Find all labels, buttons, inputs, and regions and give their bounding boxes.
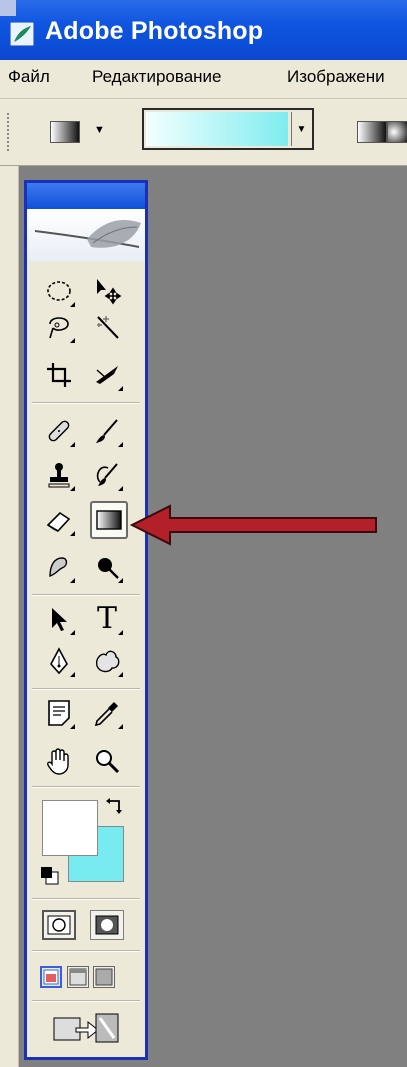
toolbox-separator — [32, 688, 140, 690]
toolbox-separator — [32, 950, 140, 952]
standard-screen-mode-button[interactable] — [40, 966, 62, 988]
imageready-jump-icon — [53, 1013, 119, 1043]
toolbox-header[interactable] — [27, 183, 145, 209]
linear-gradient-icon[interactable] — [357, 121, 387, 143]
window-title: Adobe Photoshop — [45, 17, 264, 45]
radial-gradient-icon[interactable] — [387, 121, 407, 143]
options-bar-grip[interactable] — [7, 113, 13, 151]
toolbox-separator — [32, 898, 140, 900]
photoshop-feather-icon — [9, 21, 35, 47]
jump-to-imageready-button[interactable] — [52, 1010, 122, 1046]
custom-shape-tool[interactable] — [90, 644, 124, 678]
menu-file[interactable]: Файл — [8, 67, 50, 87]
lasso-tool[interactable] — [42, 310, 76, 344]
red-annotation-arrow — [130, 504, 377, 546]
healing-brush-tool[interactable] — [42, 414, 76, 448]
elliptical-marquee-tool[interactable] — [42, 274, 76, 308]
foreground-color-swatch[interactable] — [42, 800, 98, 856]
gradient-preset-thumbnail[interactable] — [50, 121, 80, 143]
default-colors-icon[interactable] — [40, 866, 60, 886]
clone-stamp-tool[interactable] — [42, 458, 76, 492]
menu-bar: Файл Редактирование Изображени — [0, 60, 407, 99]
screen-mode-full-icon — [95, 968, 113, 986]
eraser-tool[interactable] — [42, 503, 76, 537]
gradient-picker-dropdown-button[interactable]: ▼ — [291, 112, 311, 146]
toolbox-separator — [32, 594, 140, 596]
notes-tool[interactable] — [42, 696, 76, 730]
swap-colors-icon[interactable] — [104, 796, 126, 818]
standard-mode-button[interactable] — [42, 910, 76, 940]
eyedropper-tool[interactable] — [90, 696, 124, 730]
magic-wand-tool[interactable] — [90, 310, 124, 344]
history-brush-tool[interactable] — [90, 458, 124, 492]
gradient-picker-swatch[interactable] — [146, 112, 288, 146]
toolbox-separator — [32, 1000, 140, 1002]
chevron-down-icon: ▼ — [296, 123, 307, 135]
menu-image[interactable]: Изображени — [287, 67, 385, 87]
type-icon: T — [96, 601, 117, 636]
full-screen-menu-mode-button[interactable] — [67, 966, 89, 988]
slice-tool[interactable] — [90, 358, 124, 392]
pen-tool[interactable] — [42, 644, 76, 678]
gradient-icon — [96, 510, 122, 530]
screen-mode-menu-icon — [69, 968, 87, 986]
hand-icon — [47, 748, 69, 775]
brush-tool[interactable] — [90, 414, 124, 448]
hand-tool[interactable] — [42, 744, 76, 778]
crop-tool[interactable] — [42, 358, 76, 392]
type-tool[interactable]: T — [90, 602, 124, 636]
screen-mode-icon — [43, 969, 59, 985]
move-tool[interactable] — [90, 274, 124, 308]
magnifier-icon — [96, 750, 120, 774]
burn-tool[interactable] — [90, 550, 124, 584]
menu-edit[interactable]: Редактирование — [92, 67, 222, 87]
move-icon — [97, 279, 122, 305]
blur-tool[interactable] — [42, 550, 76, 584]
full-screen-mode-button[interactable] — [93, 966, 115, 988]
standard-mode-icon — [47, 915, 71, 935]
zoom-tool[interactable] — [90, 744, 124, 778]
toolbox-separator — [32, 402, 140, 404]
corner-mark — [0, 0, 16, 16]
feather-logo-icon[interactable] — [27, 209, 145, 261]
quick-mask-icon — [95, 915, 119, 935]
magic-wand-icon — [97, 316, 119, 339]
chevron-down-icon[interactable]: ▼ — [94, 124, 105, 136]
quick-mask-mode-button[interactable] — [90, 910, 124, 940]
path-selection-tool[interactable] — [42, 602, 76, 636]
crop-icon — [47, 363, 71, 387]
toolbox-separator — [32, 786, 140, 788]
left-edge-strip — [0, 166, 19, 1067]
gradient-tool[interactable] — [90, 501, 128, 539]
